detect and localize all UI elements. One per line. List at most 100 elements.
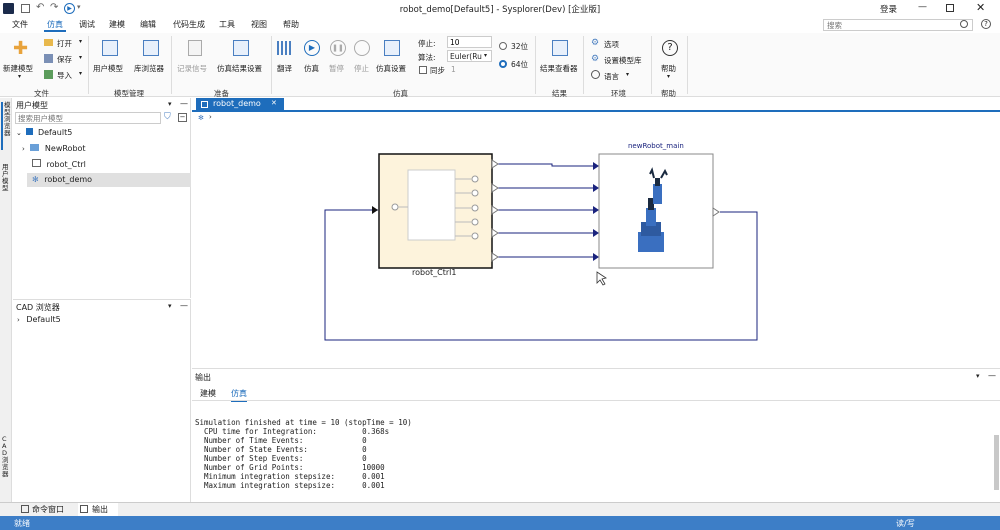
sim-result-settings-icon [233,40,249,56]
menu-edit[interactable]: 编辑 [137,18,159,32]
new-model-icon[interactable]: ✚ [13,40,28,58]
expand-arrow-icon[interactable]: ⌄ [16,129,22,137]
tree-item-robot-demo[interactable]: ✻ robot_demo [27,173,191,187]
filter-icon[interactable]: ⛉ [164,112,171,122]
stop-button[interactable]: 停止 [354,63,369,74]
menu-view[interactable]: 视图 [248,18,270,32]
bottom-tab-label: 输出 [92,505,108,514]
menu-simulation[interactable]: 仿真 [44,18,66,32]
home-icon[interactable]: ✻ [198,114,204,122]
title-bar: ↶ ↷ ▶ ▾ robot_demo[Default5] - Sysplorer… [0,0,1000,17]
signal-connections[interactable] [492,163,593,258]
separator [651,36,652,94]
lib-settings-button[interactable]: 设置模型库 [604,55,642,66]
panel-minimize-icon[interactable]: — [180,301,188,310]
login-link[interactable]: 登录 [880,3,897,15]
language-button[interactable]: 语言 [604,71,619,82]
menu-debug[interactable]: 调试 [76,18,98,32]
menu-codegen[interactable]: 代码生成 [170,18,208,32]
help-circle-icon[interactable]: ? [981,19,991,29]
tree-item-robot-ctrl[interactable]: robot_Ctrl [32,159,86,169]
simulate-button[interactable]: 仿真 [304,63,319,74]
cad-tree-item-default5[interactable]: › Default5 [17,315,61,324]
menu-tools[interactable]: 工具 [216,18,238,32]
robot-output-port [712,207,720,217]
open-button[interactable]: 打开 [57,38,72,49]
sim-result-settings-button[interactable]: 仿真结果设置 [217,63,262,74]
side-tab-model-browser-label: 模型浏览器 [4,101,11,137]
separator [535,36,536,94]
menu-modeling[interactable]: 建模 [106,18,128,32]
undo-icon[interactable]: ↶ [36,2,44,13]
bit32-radio[interactable] [499,42,507,50]
open-dropdown-icon[interactable]: ▾ [79,38,82,45]
stop-time-input[interactable] [447,36,492,48]
panel-menu-icon[interactable]: ▾ [168,100,172,108]
user-model-button[interactable]: 用户模型 [93,63,123,74]
save-button[interactable]: 保存 [57,54,72,65]
import-icon [44,70,53,79]
diagram-canvas[interactable]: robot_Ctrl1 newRobot_main [192,126,1000,369]
bottom-tab-command-window[interactable]: 命令窗口 [20,503,70,516]
panel-minimize-icon[interactable]: — [988,371,996,380]
output-tab-modeling[interactable]: 建模 [200,388,216,399]
separator [687,36,688,94]
save-dropdown-icon[interactable]: ▾ [79,54,82,61]
close-icon[interactable]: ✕ [976,1,985,14]
side-tab-model-browser[interactable]: 模型浏览器 [1,102,11,150]
result-viewer-button[interactable]: 结果查看器 [540,63,578,74]
user-model-search-input[interactable] [15,112,161,124]
side-tab-cad-browser[interactable]: CAD浏览器 [1,436,11,496]
lib-settings-icon: ⚙ [591,54,600,64]
controller-inner-box [407,169,456,241]
new-model-dropdown-icon[interactable]: ▾ [18,73,21,80]
tree-item-label: robot_demo [44,175,93,184]
panel-menu-icon[interactable]: ▾ [976,372,980,380]
quick-access-dropdown-icon[interactable]: ▾ [77,3,81,11]
save-icon[interactable] [21,4,30,13]
options-button[interactable]: 选项 [604,39,619,50]
tree-item-label: Default5 [26,315,61,324]
separator [88,36,89,94]
panel-menu-icon[interactable]: ▾ [168,302,172,310]
tab-model-icon [201,101,208,108]
import-dropdown-icon[interactable]: ▾ [79,70,82,77]
editor-tab-bar: robot_demo ✕ [192,98,1000,112]
language-dropdown-icon[interactable]: ▾ [626,71,629,78]
menu-help[interactable]: 帮助 [280,18,302,32]
tab-close-icon[interactable]: ✕ [271,99,277,107]
translate-button[interactable]: 翻译 [277,63,292,74]
output-title: 输出 [195,373,211,382]
pause-button[interactable]: 暂停 [329,63,344,74]
run-icon[interactable]: ▶ [64,3,75,14]
bit64-radio[interactable] [499,60,507,68]
collapse-all-icon[interactable]: − [178,113,187,122]
output-scrollbar[interactable] [994,435,999,490]
algorithm-select[interactable]: Euler(Ru ▾ [447,50,492,62]
sync-checkbox[interactable] [419,66,427,74]
search-icon[interactable] [960,20,968,28]
cad-browser-title: CAD 浏览器 [16,303,60,312]
collapsed-arrow-icon[interactable]: › [17,316,20,324]
import-button[interactable]: 导入 [57,70,72,81]
record-signal-button[interactable]: 记录信号 [177,63,207,74]
status-bar: 就绪 读/写 [0,516,1000,530]
tree-item-newrobot[interactable]: › NewRobot [22,144,86,153]
redo-icon[interactable]: ↷ [50,2,58,13]
library-browser-button[interactable]: 库浏览器 [134,63,164,74]
panel-minimize-icon[interactable]: — [180,99,188,108]
side-tab-user-model[interactable]: 用户模型 [1,164,11,204]
help-dropdown-icon[interactable]: ▾ [667,73,670,80]
collapsed-arrow-icon[interactable]: › [22,145,25,153]
minimize-icon[interactable]: — [918,2,927,12]
restore-icon[interactable] [946,4,954,12]
bottom-tab-output[interactable]: 输出 [78,503,118,516]
log-line: CPU time for Integration: 0.368s [195,427,390,436]
menu-file[interactable]: 文件 [9,18,31,32]
global-search-input[interactable] [823,19,973,31]
sim-settings-button[interactable]: 仿真设置 [376,63,406,74]
tree-item-default5[interactable]: ⌄ Default5 [16,128,72,137]
log-line: Number of Grid Points: 10000 [195,463,385,472]
breadcrumb-arrow-icon[interactable]: › [209,113,212,121]
tab-robot-demo[interactable]: robot_demo ✕ [196,98,284,112]
